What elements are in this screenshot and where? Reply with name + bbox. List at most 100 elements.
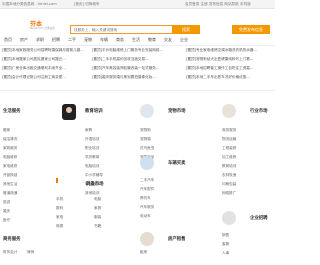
category-item[interactable]: 印刷包装 bbox=[222, 182, 236, 187]
category-item[interactable]: 租房 bbox=[140, 250, 147, 255]
search-button[interactable]: 搜索 bbox=[172, 25, 200, 34]
category-item[interactable]: 外语培训 bbox=[85, 137, 99, 142]
category-item[interactable]: 家电 bbox=[56, 215, 63, 220]
category-item[interactable]: 财务会计 bbox=[3, 250, 17, 255]
category-item[interactable]: 家政服务 bbox=[3, 146, 17, 151]
category-item[interactable]: 电脑培训 bbox=[85, 164, 99, 169]
category-item[interactable]: 宠物狗 bbox=[140, 128, 151, 133]
category-item[interactable]: 物流运输 bbox=[222, 137, 236, 142]
category-pets: 宠物市场 宠物狗 宠物猫 花鸟鱼虫 宠物用品 bbox=[140, 108, 210, 168]
category-item[interactable]: 医疗 bbox=[3, 218, 10, 223]
category-item[interactable]: 人事 bbox=[222, 251, 229, 256]
notice-item[interactable]: [置顶]本地家政服务公司招聘阿姨保姆月嫂育儿嫂... bbox=[2, 48, 84, 53]
category-item[interactable]: 母婴 bbox=[56, 224, 63, 229]
main-nav: 首页 房产 求职 招聘 二手 宠物 车辆 商务 生活 教育 交友 企业 bbox=[0, 34, 275, 46]
category-title[interactable]: 行业市场 bbox=[250, 108, 268, 114]
search-input[interactable] bbox=[74, 27, 169, 33]
notice-item[interactable]: [置顶]宠物狗幼犬出售健康纯种可上门看... bbox=[186, 57, 274, 62]
logo[interactable]: 芬本 fenlei.com 分类信息 bbox=[30, 19, 55, 30]
category-real-estate: 房产租售 租房 bbox=[140, 236, 210, 265]
category-item[interactable]: 汽车配件 bbox=[140, 187, 154, 192]
category-item[interactable]: 加工维修 bbox=[222, 155, 236, 160]
nav-item[interactable]: 二手 bbox=[68, 37, 76, 43]
nav-item[interactable]: 商务 bbox=[116, 37, 124, 43]
flea-accent-bar bbox=[56, 178, 58, 183]
category-flea-market: 跳蚤市场 手机 电脑 数码 家具 家电 服装 母婴 书籍 bbox=[56, 178, 136, 263]
category-title[interactable]: 房产租售 bbox=[168, 236, 186, 242]
notice-item[interactable]: [置顶]本地二手车出售车况好价格优惠... bbox=[186, 75, 274, 80]
category-item[interactable]: 二手汽车 bbox=[140, 178, 154, 183]
category-item[interactable]: 律师 bbox=[27, 250, 34, 255]
category-item[interactable]: 客服 bbox=[222, 242, 229, 247]
category-item[interactable]: 销售 bbox=[222, 233, 229, 238]
category-title[interactable]: 生活服务 bbox=[3, 108, 21, 114]
notice-item[interactable]: [置顶]平价电脑维修上门服务专业安装网络... bbox=[92, 48, 180, 53]
logo-subtext: fenlei.com 分类信息 bbox=[30, 27, 55, 30]
category-item[interactable]: 数码 bbox=[56, 206, 63, 211]
category-item[interactable]: 书籍 bbox=[94, 224, 101, 229]
profile-avatar bbox=[62, 104, 76, 120]
notice-item[interactable]: [置顶]汽车美容装饰贴膜改装一站式服务... bbox=[92, 66, 180, 71]
nav-item[interactable]: 车辆 bbox=[100, 37, 108, 43]
nav-item[interactable]: 教育 bbox=[148, 37, 156, 43]
category-item[interactable]: 教育培训 bbox=[222, 164, 236, 169]
category-item[interactable]: 农林牧渔 bbox=[222, 173, 236, 178]
category-title[interactable]: 宠物市场 bbox=[168, 108, 186, 114]
header: 芬本 fenlei.com 分类信息 搜索 免费发布信息 bbox=[0, 9, 275, 34]
category-industry: 行业市场 商务服务 物流运输 工程装修 加工维修 教育培训 农林牧渔 印刷包装 … bbox=[222, 108, 274, 208]
nav-item[interactable]: 首页 bbox=[4, 37, 12, 43]
nav-item[interactable]: 招聘 bbox=[52, 37, 60, 43]
category-item[interactable]: 家教 bbox=[85, 128, 92, 133]
nav-item[interactable]: 生活 bbox=[132, 37, 140, 43]
post-free-button[interactable]: 免费发布信息 bbox=[232, 25, 270, 34]
notice-item[interactable]: [置顶]本地搬家公司居民搬家公司搬迁... bbox=[2, 57, 84, 62]
category-item[interactable]: 家具 bbox=[94, 206, 101, 211]
top-bar: 中国本地分类信息网 - fenlei.com [首页] 切换城市 会员登录 注册… bbox=[0, 0, 275, 9]
category-title[interactable]: 跳蚤市场 bbox=[86, 181, 104, 187]
category-item[interactable]: 摩托车 bbox=[140, 196, 151, 201]
nav-item[interactable]: 房产 bbox=[20, 37, 28, 43]
category-item[interactable]: 服装 bbox=[94, 215, 101, 220]
category-item[interactable]: 管道疏通 bbox=[3, 191, 17, 196]
notice-item[interactable]: [置顶]会计代理记账公司注册工商变更... bbox=[2, 75, 84, 80]
nav-item[interactable]: 企业 bbox=[180, 37, 188, 43]
category-item[interactable]: 其他生活 bbox=[3, 182, 17, 187]
sticky-notices: [置顶]本地家政服务公司招聘阿姨保姆月嫂育儿嫂... [置顶]平价电脑维修上门服… bbox=[0, 48, 275, 86]
category-item[interactable]: 商务服务 bbox=[222, 128, 236, 133]
category-item[interactable]: 工程装修 bbox=[222, 146, 236, 151]
category-item[interactable]: 汽车服务 bbox=[140, 205, 154, 210]
category-title[interactable]: 商务服务 bbox=[3, 236, 21, 242]
category-item[interactable]: 电动车 bbox=[140, 214, 151, 219]
category-item[interactable]: 电脑 bbox=[94, 197, 101, 202]
nav-item[interactable]: 宠物 bbox=[84, 37, 92, 43]
category-item[interactable]: 电脑维修 bbox=[3, 155, 17, 160]
category-item[interactable]: 开锁换锁 bbox=[3, 173, 17, 178]
divider bbox=[0, 90, 275, 91]
nav-item[interactable]: 求职 bbox=[36, 37, 44, 43]
category-item[interactable]: 旅游 bbox=[3, 200, 10, 205]
search-box: 搜索 bbox=[70, 25, 200, 34]
nav-item[interactable]: 交友 bbox=[164, 37, 172, 43]
category-item[interactable]: 职业培训 bbox=[85, 146, 99, 151]
category-item[interactable]: 保洁清洗 bbox=[3, 137, 17, 142]
site-title: 中国本地分类信息网 - fenlei.com bbox=[2, 2, 57, 6]
category-title[interactable]: 企业招聘 bbox=[250, 215, 268, 221]
category-title[interactable]: 车辆买卖 bbox=[168, 160, 186, 166]
notice-item[interactable]: [置顶]本地招聘普工操作工包吃住工资高... bbox=[186, 66, 274, 71]
category-item[interactable]: 搬家 bbox=[3, 128, 10, 133]
category-item[interactable]: 花鸟鱼虫 bbox=[140, 146, 154, 151]
notice-item[interactable]: [置顶]婚庆服务婚礼策划跟拍摄像化妆... bbox=[92, 75, 180, 80]
category-vehicles: 车辆买卖 二手汽车 汽车配件 摩托车 汽车服务 电动车 bbox=[140, 160, 210, 230]
notice-item[interactable]: [置顶]厂房仓库出租交通便利手续齐全... bbox=[2, 66, 84, 71]
category-item[interactable]: 手机 bbox=[56, 197, 63, 202]
category-item[interactable]: 家电维修 bbox=[3, 164, 17, 169]
user-links[interactable]: 会员登录 注册 发布信息 网站导航 手机版 bbox=[185, 2, 251, 7]
category-item[interactable]: 婚庆 bbox=[3, 209, 10, 214]
category-item[interactable]: 学历教育 bbox=[85, 155, 99, 160]
switch-city-link[interactable]: [首页] 切换城市 bbox=[74, 2, 100, 7]
category-title[interactable]: 教育培训 bbox=[85, 108, 103, 114]
category-item[interactable]: 网络推广 bbox=[222, 191, 236, 196]
notice-item[interactable]: [置顶]专业家电维修空调冰箱洗衣机热水器... bbox=[186, 48, 274, 53]
category-item[interactable]: 宠物猫 bbox=[140, 137, 151, 142]
notice-item[interactable]: [置顶]二手手机高价回收当面交易... bbox=[92, 57, 180, 62]
